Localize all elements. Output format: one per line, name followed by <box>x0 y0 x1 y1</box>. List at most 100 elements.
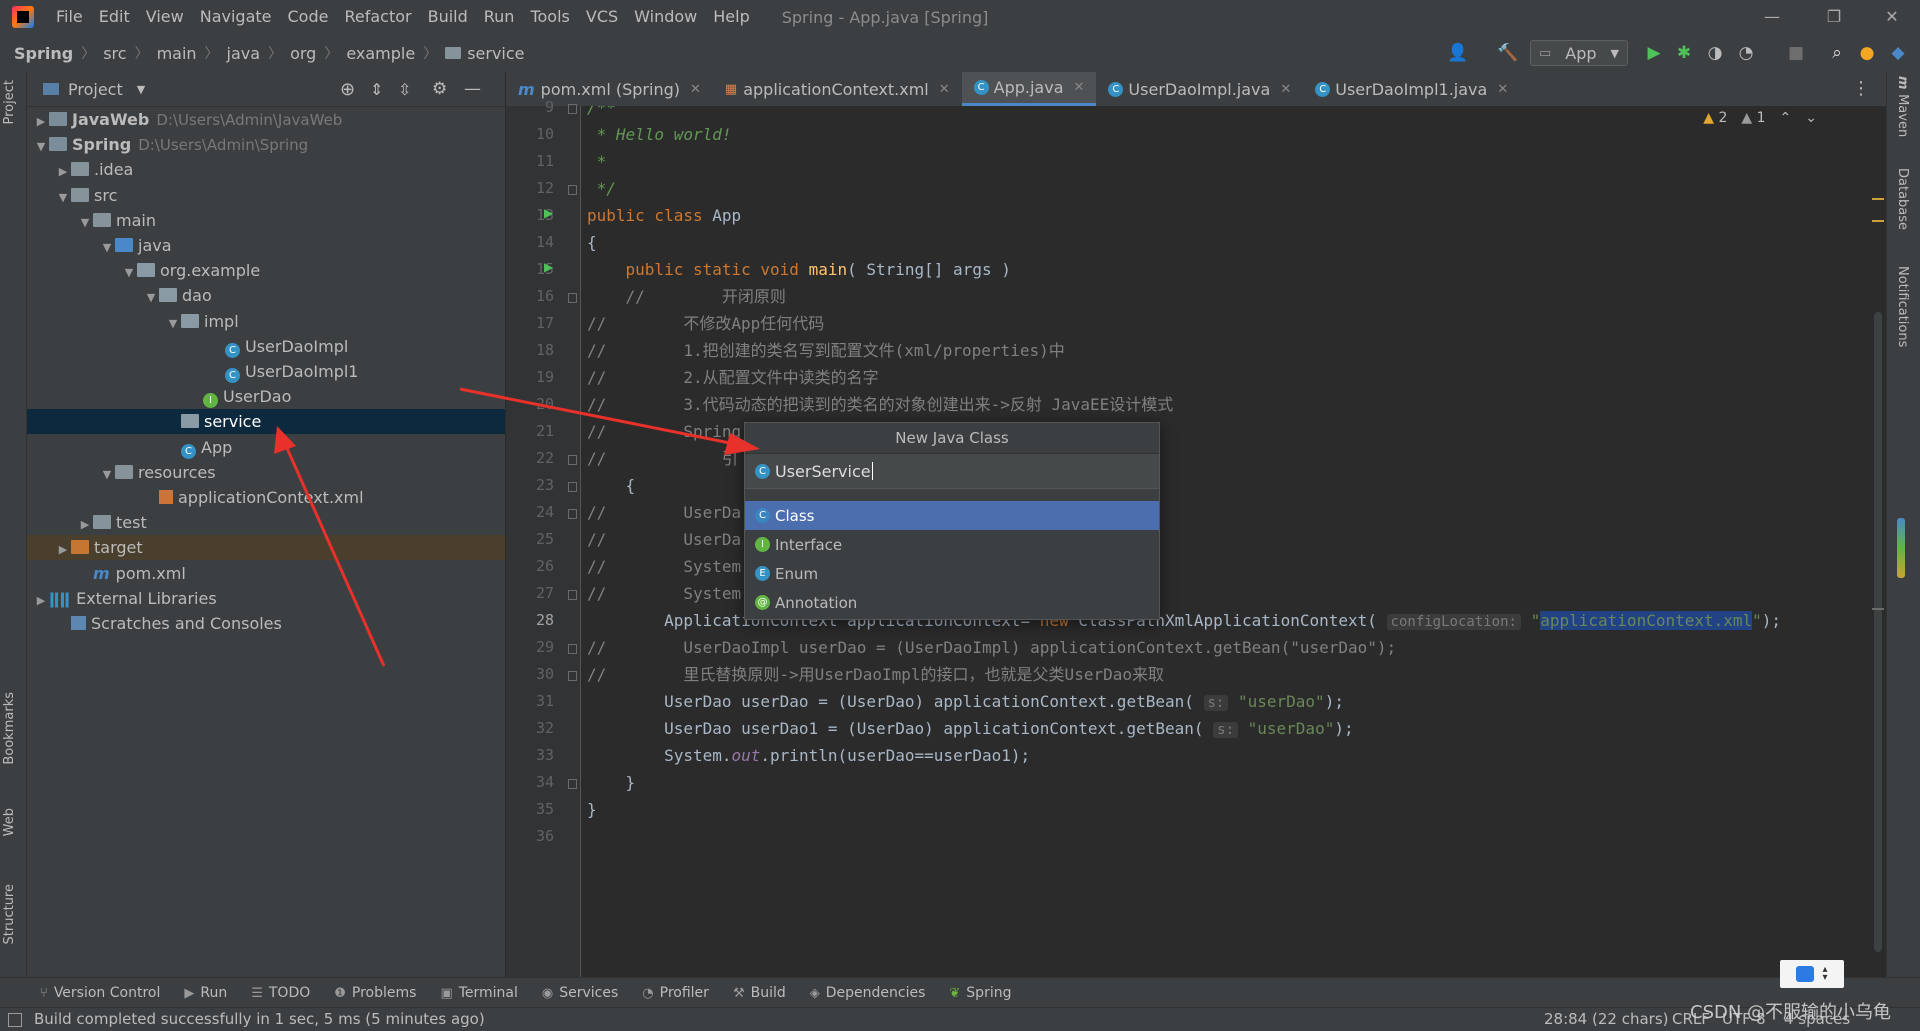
run-gutter-icon[interactable]: ▶ <box>544 260 553 274</box>
debug-icon[interactable]: ✱ <box>1672 41 1696 65</box>
version-control-tool[interactable]: ⑂ Version Control <box>40 985 160 1001</box>
project-panel-title[interactable]: Project <box>68 80 123 99</box>
more-tabs-icon[interactable]: ⋮ <box>1852 78 1870 99</box>
expand-all-icon[interactable]: ⇕ <box>370 80 383 99</box>
profiler-tool[interactable]: ◔ Profiler <box>642 985 709 1001</box>
menu-code[interactable]: Code <box>280 0 337 34</box>
kind-option-interface[interactable]: I Interface <box>745 530 1159 559</box>
breadcrumb-service[interactable]: service <box>467 44 524 63</box>
bookmarks-tool-tab[interactable]: Bookmarks <box>2 692 17 765</box>
breadcrumb-example[interactable]: example <box>346 44 415 63</box>
chevron-right-icon[interactable]: ▶ <box>55 537 71 562</box>
menu-view[interactable]: View <box>138 0 192 34</box>
chevron-down-icon[interactable]: ▼ <box>99 462 115 487</box>
tree-item-scratches-and-consoles[interactable]: Scratches and Consoles <box>27 611 505 636</box>
close-window-button[interactable]: ✕ <box>1864 0 1920 34</box>
web-tool-tab[interactable]: Web <box>2 808 17 836</box>
tree-item-external-libraries[interactable]: ▶ ǁǁ External Libraries <box>27 586 505 611</box>
close-tab-icon[interactable]: ✕ <box>1497 82 1508 97</box>
close-tab-icon[interactable]: ✕ <box>1074 80 1085 95</box>
stop-icon[interactable]: ■ <box>1784 41 1808 65</box>
close-tab-icon[interactable]: ✕ <box>1280 82 1291 97</box>
menu-build[interactable]: Build <box>420 0 476 34</box>
project-tool-tab[interactable]: Project <box>2 80 17 124</box>
tab-application-context-xml[interactable]: ▦ applicationContext.xml ✕ <box>713 72 962 106</box>
menu-file[interactable]: File <box>48 0 91 34</box>
tree-item-idea[interactable]: ▶ .idea <box>27 157 505 182</box>
coverage-icon[interactable]: ◑ <box>1703 41 1727 65</box>
previous-highlight-icon[interactable]: ⌃ <box>1780 110 1792 126</box>
tree-item-dao[interactable]: ▼ dao <box>27 283 505 308</box>
editor-scrollbar[interactable] <box>1870 106 1886 977</box>
caret-position[interactable]: 28:84 (22 chars) <box>1544 1008 1668 1031</box>
chevron-down-icon[interactable]: ▼ <box>99 235 115 260</box>
dependencies-tool[interactable]: ◈ Dependencies <box>810 985 926 1001</box>
collapse-all-icon[interactable]: ⇳ <box>398 80 411 99</box>
problems-tool[interactable]: ❶ Problems <box>334 985 416 1001</box>
database-tool-tab[interactable]: Database <box>1895 168 1910 230</box>
menu-vcs[interactable]: VCS <box>578 0 626 34</box>
minimize-button[interactable]: — <box>1744 0 1800 34</box>
fold-marker-icon[interactable] <box>568 185 577 195</box>
chevron-down-icon[interactable]: ▼ <box>55 185 71 210</box>
tree-item-userdaoimpl[interactable]: C UserDaoImpl <box>27 334 505 359</box>
tab-app-java[interactable]: C App.java ✕ <box>961 72 1097 106</box>
chevron-right-icon[interactable]: ▶ <box>33 109 49 134</box>
tree-item-pom-xml[interactable]: m pom.xml <box>27 561 505 586</box>
kind-option-class[interactable]: C Class <box>745 501 1159 530</box>
gear-icon[interactable]: ⚙ <box>432 79 447 99</box>
menu-tools[interactable]: Tools <box>522 0 577 34</box>
fold-marker-icon[interactable] <box>568 509 577 519</box>
chevron-down-icon[interactable]: ▼ <box>77 210 93 235</box>
fold-marker-icon[interactable] <box>568 482 577 492</box>
tree-item-spring[interactable]: ▼ Spring D:\Users\Admin\Spring <box>27 132 505 157</box>
tree-item-resources[interactable]: ▼ resources <box>27 460 505 485</box>
menu-refactor[interactable]: Refactor <box>336 0 419 34</box>
tree-item-target[interactable]: ▶ target <box>27 535 505 562</box>
tree-item-service[interactable]: service <box>27 409 505 435</box>
plugin-icon[interactable]: ◆ <box>1886 41 1910 65</box>
kind-option-annotation[interactable]: @ Annotation <box>745 588 1159 617</box>
chevron-down-icon[interactable]: ▼ <box>121 260 137 285</box>
search-icon[interactable]: ⌕ <box>1825 41 1849 65</box>
tree-item-main[interactable]: ▼ main <box>27 208 505 233</box>
tree-item-app[interactable]: C App <box>27 435 505 460</box>
run-gutter-icon[interactable]: ▶ <box>544 206 553 220</box>
menu-navigate[interactable]: Navigate <box>192 0 280 34</box>
spring-tool[interactable]: ❦ Spring <box>949 985 1011 1001</box>
fold-marker-icon[interactable] <box>568 671 577 681</box>
close-tab-icon[interactable]: ✕ <box>939 82 950 97</box>
tree-item-test[interactable]: ▶ test <box>27 510 505 535</box>
inspection-widget[interactable]: ▲ 2 ▲ 1 ⌃ ⌄ <box>1703 110 1817 126</box>
hide-panel-icon[interactable]: — <box>464 79 481 99</box>
tab-userdaoimpl-java[interactable]: C UserDaoImpl.java ✕ <box>1096 72 1303 106</box>
fold-marker-icon[interactable] <box>568 293 577 303</box>
menu-window[interactable]: Window <box>626 0 705 34</box>
tree-item-src[interactable]: ▼ src <box>27 183 505 208</box>
vcs-user-icon[interactable]: 👤 <box>1446 41 1470 65</box>
maven-tool-tab[interactable]: m Maven <box>1895 76 1910 137</box>
breadcrumb-org[interactable]: org <box>290 44 316 63</box>
chevron-right-icon[interactable]: ▶ <box>55 159 71 184</box>
services-tool[interactable]: ◉ Services <box>542 985 618 1001</box>
chevron-right-icon[interactable]: ▶ <box>33 588 49 613</box>
fold-marker-icon[interactable] <box>568 455 577 465</box>
tree-item-applicationcontext-xml[interactable]: applicationContext.xml <box>27 485 505 510</box>
toggle-tool-windows-icon[interactable] <box>8 1013 22 1027</box>
fold-marker-icon[interactable] <box>568 104 577 114</box>
breadcrumb-main[interactable]: main <box>157 44 197 63</box>
menu-edit[interactable]: Edit <box>91 0 138 34</box>
breadcrumb-project[interactable]: Spring <box>14 44 73 63</box>
fold-marker-icon[interactable] <box>568 590 577 600</box>
build-tool[interactable]: ⚒ Build <box>733 985 786 1001</box>
chevron-down-icon[interactable]: ▼ <box>137 83 145 96</box>
locate-icon[interactable]: ⊕ <box>340 79 355 100</box>
next-highlight-icon[interactable]: ⌄ <box>1805 110 1817 126</box>
chevron-down-icon[interactable]: ▼ <box>165 311 181 336</box>
run-tool[interactable]: ▶ Run <box>184 985 227 1001</box>
close-tab-icon[interactable]: ✕ <box>690 82 701 97</box>
menu-run[interactable]: Run <box>476 0 523 34</box>
status-message[interactable]: Build completed successfully in 1 sec, 5… <box>34 1008 485 1031</box>
breadcrumb-java[interactable]: java <box>227 44 261 63</box>
tree-item-java[interactable]: ▼ java <box>27 233 505 258</box>
